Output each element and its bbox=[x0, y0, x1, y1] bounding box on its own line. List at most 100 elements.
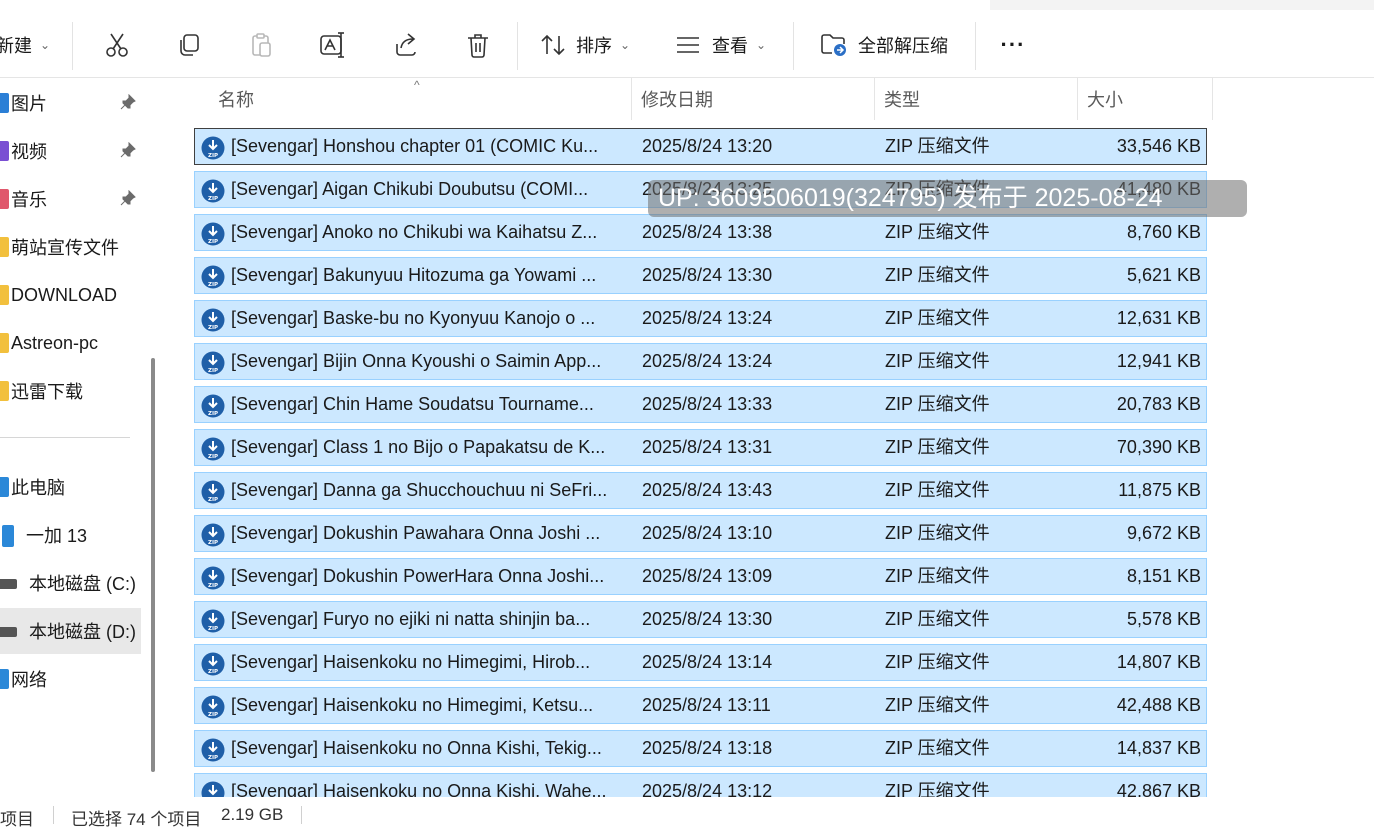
sort-label: 排序 bbox=[576, 36, 612, 56]
title-strip bbox=[0, 0, 1374, 10]
svg-text:ZIP: ZIP bbox=[208, 669, 218, 675]
file-size: 70,390 KB bbox=[1116, 437, 1201, 457]
file-row[interactable]: ZIP [Sevengar] Haisenkoku no Onna Kishi, … bbox=[194, 730, 1207, 767]
sidebar-item-label: 音乐 bbox=[11, 190, 47, 210]
file-date: 2025/8/24 13:30 bbox=[642, 609, 773, 629]
this-pc-icon bbox=[0, 477, 9, 497]
column-header-size[interactable]: 大小 bbox=[1087, 78, 1123, 120]
sidebar-item-label: Astreon-pc bbox=[11, 332, 99, 353]
file-type: ZIP 压缩文件 bbox=[885, 738, 990, 758]
file-row[interactable]: ZIP [Sevengar] Honshou chapter 01 (COMIC … bbox=[194, 128, 1207, 165]
svg-text:ZIP: ZIP bbox=[208, 411, 218, 417]
rename-button[interactable] bbox=[316, 22, 350, 68]
sidebar-item-6[interactable]: 迅雷下载 bbox=[0, 368, 141, 414]
file-row[interactable]: ZIP [Sevengar] Haisenkoku no Himegimi, Ke… bbox=[194, 687, 1207, 724]
file-row[interactable]: ZIP [Sevengar] Chin Hame Soudatsu Tournam… bbox=[194, 386, 1207, 423]
file-type: ZIP 压缩文件 bbox=[885, 394, 990, 414]
zip-file-icon: ZIP bbox=[201, 394, 225, 423]
file-size: 42,488 KB bbox=[1116, 695, 1201, 715]
file-type: ZIP 压缩文件 bbox=[885, 523, 990, 543]
delete-button[interactable] bbox=[461, 22, 495, 68]
svg-text:ZIP: ZIP bbox=[208, 755, 218, 761]
file-row[interactable]: ZIP [Sevengar] Furyo no ejiki ni natta sh… bbox=[194, 601, 1207, 638]
file-date: 2025/8/24 13:11 bbox=[642, 695, 771, 715]
new-label: 新建 bbox=[0, 36, 32, 56]
file-date: 2025/8/24 13:38 bbox=[642, 222, 773, 242]
network-icon bbox=[0, 669, 9, 689]
sidebar-item-8[interactable]: 一加 13 bbox=[0, 512, 141, 558]
more-icon: ··· bbox=[1000, 32, 1026, 57]
zip-file-icon: ZIP bbox=[201, 136, 225, 165]
file-date: 2025/8/24 13:09 bbox=[642, 566, 773, 586]
file-type: ZIP 压缩文件 bbox=[885, 308, 990, 328]
extract-all-button[interactable]: 全部解压缩 bbox=[820, 22, 954, 68]
svg-text:ZIP: ZIP bbox=[208, 497, 218, 503]
file-type: ZIP 压缩文件 bbox=[885, 351, 990, 371]
file-row[interactable]: ZIP [Sevengar] Danna ga Shucchouchuu ni S… bbox=[194, 472, 1207, 509]
sidebar-item-label: 本地磁盘 (C:) bbox=[29, 574, 136, 594]
file-row[interactable]: ZIP [Sevengar] Haisenkoku no Onna Kishi, … bbox=[194, 773, 1207, 797]
sidebar-item-2[interactable]: 音乐 bbox=[0, 176, 141, 222]
copy-button[interactable] bbox=[172, 22, 206, 68]
sidebar-item-label: 迅雷下载 bbox=[11, 382, 83, 402]
drive-icon bbox=[0, 621, 17, 641]
zip-file-icon: ZIP bbox=[201, 222, 225, 251]
file-row[interactable]: ZIP [Sevengar] Dokushin Pawahara Onna Jos… bbox=[194, 515, 1207, 552]
sidebar-item-3[interactable]: 萌站宣传文件 bbox=[0, 224, 141, 270]
sidebar-item-10[interactable]: 本地磁盘 (D:) bbox=[0, 608, 141, 654]
file-row[interactable]: ZIP [Sevengar] Bakunyuu Hitozuma ga Yowam… bbox=[194, 257, 1207, 294]
watermark-overlay: UP: 3609506019(324795) 发布于 2025-08-24 bbox=[648, 180, 1247, 217]
file-date: 2025/8/24 13:18 bbox=[642, 738, 773, 758]
file-row[interactable]: ZIP [Sevengar] Class 1 no Bijo o Papakats… bbox=[194, 429, 1207, 466]
sidebar-item-1[interactable]: 视频 bbox=[0, 128, 141, 174]
file-type: ZIP 压缩文件 bbox=[885, 609, 990, 629]
sidebar-item-label: 视频 bbox=[11, 142, 47, 162]
file-name: [Sevengar] Dokushin PowerHara Onna Joshi… bbox=[231, 566, 605, 586]
navigation-scrollbar[interactable] bbox=[151, 358, 155, 772]
new-button[interactable]: 新建 ⌄ bbox=[0, 22, 56, 68]
sidebar-item-7[interactable]: 此电脑 bbox=[0, 464, 141, 510]
file-date: 2025/8/24 13:14 bbox=[642, 652, 773, 672]
sidebar-item-4[interactable]: DOWNLOAD bbox=[0, 272, 141, 318]
more-options-button[interactable]: ··· bbox=[996, 22, 1030, 68]
svg-text:ZIP: ZIP bbox=[208, 368, 218, 374]
file-row[interactable]: ZIP [Sevengar] Dokushin PowerHara Onna Jo… bbox=[194, 558, 1207, 595]
file-name: [Sevengar] Baske-bu no Kyonyuu Kanojo o … bbox=[231, 308, 596, 328]
file-name: [Sevengar] Anoko no Chikubi wa Kaihatsu … bbox=[231, 222, 598, 242]
zip-file-icon: ZIP bbox=[201, 781, 225, 797]
file-size: 8,151 KB bbox=[1126, 566, 1201, 586]
cut-button[interactable] bbox=[100, 22, 134, 68]
column-header-date[interactable]: 修改日期 bbox=[641, 78, 713, 120]
view-button[interactable]: 查看 ⌄ bbox=[676, 22, 772, 68]
sidebar-item-5[interactable]: Astreon-pc bbox=[0, 320, 141, 366]
svg-text:ZIP: ZIP bbox=[208, 626, 218, 632]
file-date: 2025/8/24 13:33 bbox=[642, 394, 773, 414]
sidebar-item-9[interactable]: 本地磁盘 (C:) bbox=[0, 560, 141, 606]
file-row[interactable]: ZIP [Sevengar] Haisenkoku no Himegimi, Hi… bbox=[194, 644, 1207, 681]
sidebar-item-11[interactable]: 网络 bbox=[0, 656, 141, 702]
column-header-type[interactable]: 类型 bbox=[884, 78, 920, 120]
column-header-name[interactable]: 名称 bbox=[218, 78, 254, 120]
file-row[interactable]: ZIP [Sevengar] Baske-bu no Kyonyuu Kanojo… bbox=[194, 300, 1207, 337]
file-date: 2025/8/24 13:43 bbox=[642, 480, 773, 500]
file-row[interactable]: ZIP [Sevengar] Anoko no Chikubi wa Kaihat… bbox=[194, 214, 1207, 251]
extract-folder-icon bbox=[821, 34, 846, 56]
status-bar: 项目 已选择 74 个项目 2.19 GB bbox=[0, 797, 1374, 829]
paste-button[interactable] bbox=[244, 22, 278, 68]
sidebar-item-label: 此电脑 bbox=[11, 478, 65, 498]
sort-button[interactable]: 排序 ⌄ bbox=[540, 22, 636, 68]
file-date: 2025/8/24 13:31 bbox=[642, 437, 773, 457]
file-type: ZIP 压缩文件 bbox=[885, 781, 990, 797]
file-name: [Sevengar] Furyo no ejiki ni natta shinj… bbox=[231, 609, 591, 629]
zip-file-icon: ZIP bbox=[201, 265, 225, 294]
share-button[interactable] bbox=[389, 22, 423, 68]
sidebar-item-0[interactable]: 图片 bbox=[0, 80, 141, 126]
folder-icon bbox=[0, 285, 9, 305]
scissors-icon bbox=[106, 33, 128, 57]
file-name: [Sevengar] Honshou chapter 01 (COMIC Ku.… bbox=[231, 136, 599, 156]
sort-icon bbox=[541, 34, 565, 56]
zip-file-icon: ZIP bbox=[201, 437, 225, 466]
music-icon bbox=[0, 189, 9, 209]
file-name: [Sevengar] Dokushin Pawahara Onna Joshi … bbox=[231, 523, 601, 543]
file-row[interactable]: ZIP [Sevengar] Bijin Onna Kyoushi o Saimi… bbox=[194, 343, 1207, 380]
